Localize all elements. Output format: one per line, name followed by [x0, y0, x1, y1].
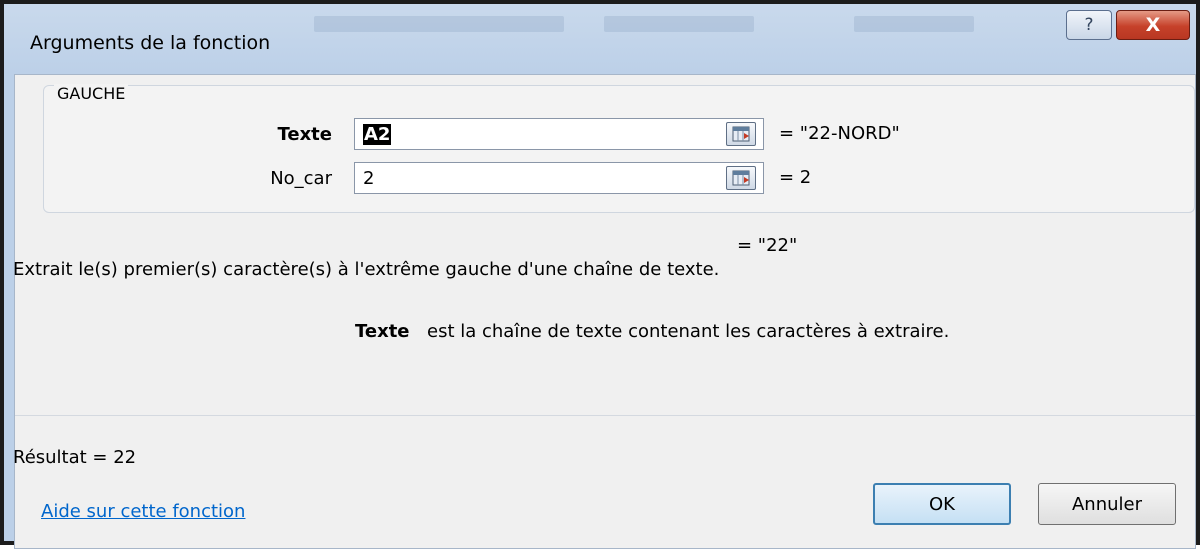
input-value: 2: [363, 168, 375, 189]
collapse-dialog-button[interactable]: [726, 166, 756, 190]
background-blur: [604, 16, 754, 32]
title-bar[interactable]: Arguments de la fonction ? X: [4, 4, 1196, 76]
range-selector-icon: [732, 170, 750, 186]
background-blur: [854, 16, 974, 32]
help-button[interactable]: ?: [1066, 10, 1112, 40]
argument-label-texte: Texte: [277, 124, 332, 145]
argument-help-name: Texte: [355, 321, 410, 342]
close-icon: X: [1145, 14, 1161, 36]
function-name: GAUCHE: [54, 84, 129, 103]
ok-button[interactable]: OK: [873, 483, 1011, 525]
function-arguments-dialog: Arguments de la fonction ? X GAUCHE Text…: [0, 0, 1200, 549]
argument-help-text: est la chaîne de texte contenant les car…: [427, 321, 950, 342]
collapse-dialog-button[interactable]: [726, 122, 756, 146]
question-mark-icon: ?: [1084, 15, 1094, 35]
function-description: Extrait le(s) premier(s) caractère(s) à …: [13, 259, 720, 280]
selected-text: A2: [363, 124, 392, 145]
dialog-title: Arguments de la fonction: [30, 32, 271, 54]
argument-label-no-car: No_car: [270, 168, 332, 189]
argument-result-no-car: = 2: [779, 167, 812, 188]
range-selector-icon: [732, 126, 750, 142]
formula-result-preview: = "22": [737, 235, 798, 256]
argument-result-texte: = "22-NORD": [779, 123, 900, 144]
result-label: Résultat = 22: [13, 447, 137, 468]
argument-input-no-car[interactable]: 2: [354, 162, 764, 194]
function-group: GAUCHE Texte A2 = "22-NORD" No_car 2 = 2: [43, 84, 1195, 213]
cancel-button[interactable]: Annuler: [1038, 483, 1176, 525]
dialog-content: GAUCHE Texte A2 = "22-NORD" No_car 2 = 2…: [13, 74, 1196, 549]
separator: [15, 415, 1195, 416]
argument-input-texte[interactable]: A2: [354, 118, 764, 150]
background-blur: [314, 16, 564, 32]
close-button[interactable]: X: [1116, 10, 1190, 40]
help-link[interactable]: Aide sur cette fonction: [41, 501, 245, 522]
